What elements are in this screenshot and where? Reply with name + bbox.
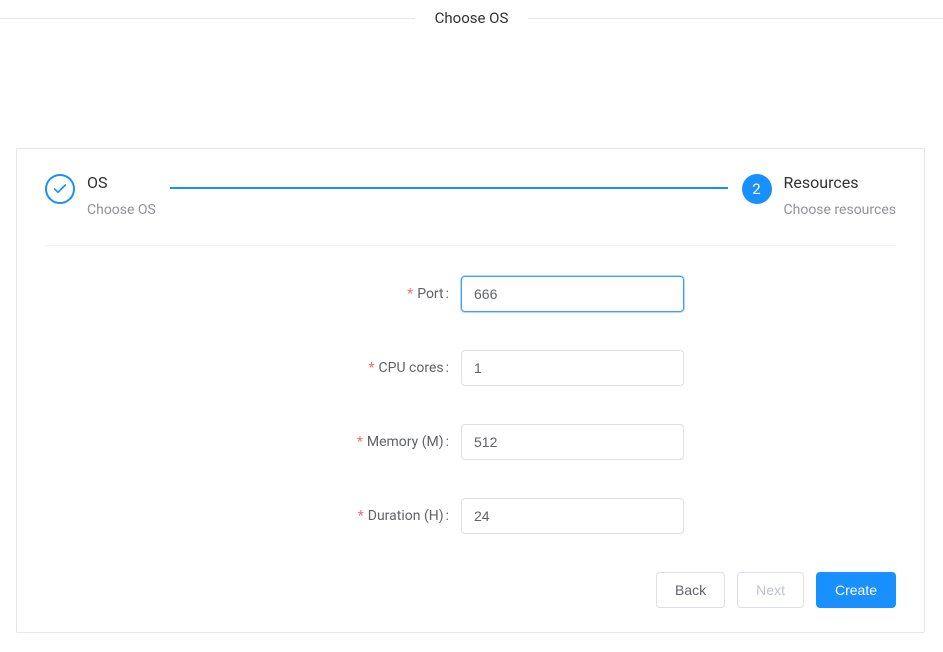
required-asterisk: * (369, 360, 375, 376)
step-resources-desc: Choose resources (784, 201, 896, 219)
memory-label: * Memory (M) : (45, 434, 461, 450)
required-asterisk: * (358, 508, 364, 524)
form-row-memory: * Memory (M) : (45, 424, 896, 460)
page-title: Choose OS (415, 9, 529, 27)
cpu-input[interactable] (461, 350, 684, 386)
required-asterisk: * (407, 286, 413, 302)
next-button[interactable]: Next (737, 572, 804, 608)
cpu-label: * CPU cores : (45, 360, 461, 376)
step-os-title: OS (87, 173, 156, 193)
memory-input[interactable] (461, 424, 684, 460)
port-input[interactable] (461, 276, 684, 312)
duration-label: * Duration (H) : (45, 508, 461, 524)
back-button[interactable]: Back (656, 572, 725, 608)
form-row-port: * Port : (45, 276, 896, 312)
step-resources-text: Resources Choose resources (784, 173, 896, 219)
step-connector-line (170, 187, 728, 189)
duration-input[interactable] (461, 498, 684, 534)
wizard-card: OS Choose OS 2 Resources Choose resource… (16, 148, 925, 633)
step-os-text: OS Choose OS (87, 173, 156, 219)
step-number: 2 (752, 180, 760, 198)
steps-bar: OS Choose OS 2 Resources Choose resource… (45, 173, 896, 246)
page-header-divider: Choose OS (0, 6, 943, 30)
step-os[interactable]: OS Choose OS (45, 173, 156, 219)
required-asterisk: * (357, 434, 363, 450)
form-row-cpu: * CPU cores : (45, 350, 896, 386)
step-os-desc: Choose OS (87, 201, 156, 219)
footer-buttons: Back Next Create (45, 572, 896, 608)
resources-form: * Port : * CPU cores : * Memory (M) : (45, 276, 896, 534)
step-resources-title: Resources (784, 173, 896, 193)
check-icon (45, 174, 75, 204)
form-row-duration: * Duration (H) : (45, 498, 896, 534)
step-resources[interactable]: 2 Resources Choose resources (742, 173, 896, 219)
port-label: * Port : (45, 286, 461, 302)
create-button[interactable]: Create (816, 572, 896, 608)
step-number-icon: 2 (742, 174, 772, 204)
